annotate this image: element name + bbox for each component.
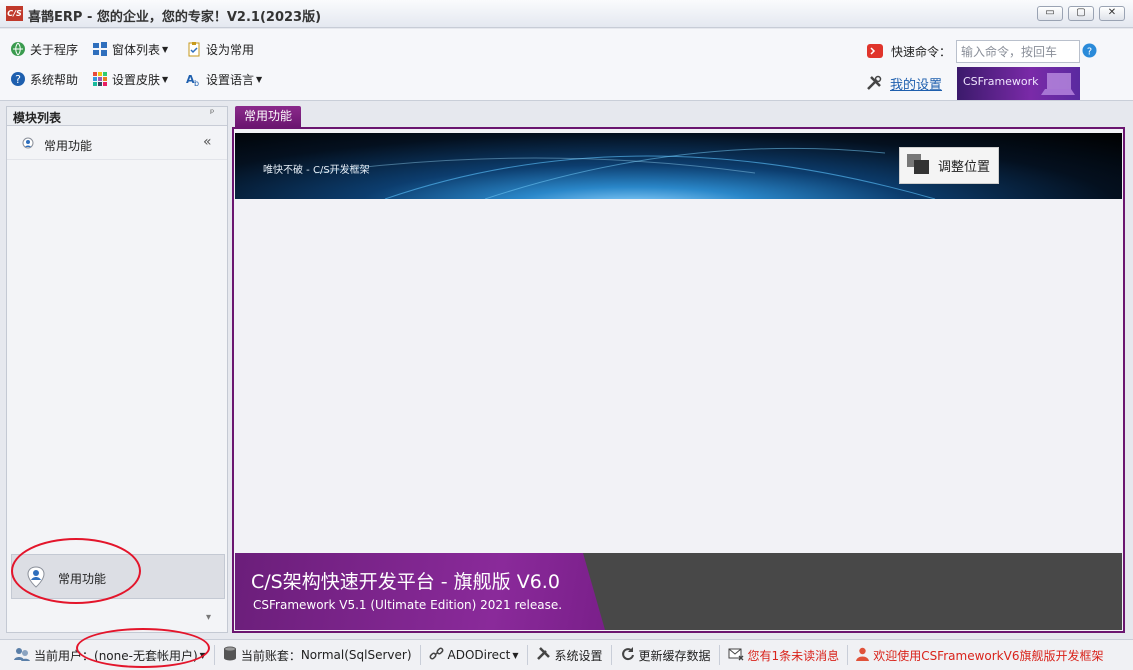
set-common-button[interactable]: 设为常用 [186,39,254,59]
system-settings-label: 系统设置 [554,648,603,663]
main-panel: 常用功能 唯快不破 - C/S开发框架 调整位置 C/S架构快速开发平台 - 旗… [232,106,1125,633]
user-icon [856,647,870,664]
my-settings-link[interactable]: 我的设置 [866,73,942,93]
command-help-icon[interactable]: ? [1082,43,1097,61]
banner-text: CSFramework [963,75,1039,88]
about-label: 关于程序 [30,42,79,57]
skin-label: 设置皮肤 [112,72,161,87]
help-icon: ? [10,71,26,87]
set-common-label: 设为常用 [206,42,255,57]
about-button[interactable]: 关于程序 [10,39,78,59]
quick-command-input[interactable] [956,40,1080,63]
mail-icon [728,647,744,664]
annotation-circle [11,538,141,604]
svg-text:b: b [194,79,199,87]
language-label: 设置语言 [206,72,255,87]
window-list-dropdown[interactable]: 窗体列表 ▼ [92,39,168,59]
footer-banner: C/S架构快速开发平台 - 旗舰版 V6.0 CSFramework V5.1 … [235,553,1122,630]
current-account-label: 当前账套： [240,648,301,663]
footer-title: C/S架构快速开发平台 - 旗舰版 V6.0 [251,571,560,593]
more-arrow-icon[interactable]: ▾ [206,612,211,623]
system-settings-button[interactable]: 系统设置 [528,645,612,665]
windows-icon [92,41,108,57]
chevron-down-icon: ▼ [162,44,169,54]
link-icon [429,646,444,664]
unread-messages-item[interactable]: 您有1条未读消息 [720,645,849,665]
tools-icon [866,75,882,91]
quick-command-text: 快速命令： [891,44,952,59]
language-icon: Ab [186,71,202,88]
sidebar-item-label: 常用功能 [44,139,93,153]
globe-icon [10,41,26,57]
language-dropdown[interactable]: Ab 设置语言 ▼ [186,69,262,89]
adjust-position-button[interactable]: 调整位置 [899,147,999,184]
help-label: 系统帮助 [30,72,79,87]
svg-text:?: ? [15,73,21,86]
skin-dropdown[interactable]: 设置皮肤 ▼ [92,69,168,89]
sidebar-title: 模块列表 [13,111,62,125]
toolbar: 关于程序 窗体列表 ▼ 设为常用 ? 系统帮助 设置皮肤 ▼ Ab 设置语言 ▼ 快速… [0,29,1133,101]
users-icon [14,647,30,664]
hero-slogan: 唯快不破 - C/S开发框架 [263,165,370,176]
maximize-button[interactable]: ▢ [1068,6,1094,21]
window-list-label: 窗体列表 [112,42,161,57]
ado-label: ADODirect [447,648,511,662]
current-account-value: Normal(SqlServer) [300,648,412,662]
title-bar: C/S 喜鹊ERP - 您的企业，您的专家！V2.1(2023版) ▭ ▢ ✕ [0,0,1133,28]
chevron-down-icon: ▼ [256,74,263,84]
footer-purple-panel: C/S架构快速开发平台 - 旗舰版 V6.0 CSFramework V5.1 … [235,553,605,630]
svg-text:?: ? [1087,47,1092,58]
welcome-item: 欢迎使用CSFrameworkV6旗舰版开发框架 [848,645,1111,665]
clipboard-check-icon [186,41,202,57]
my-settings-label: 我的设置 [890,77,943,93]
refresh-icon [620,646,635,664]
annotation-circle [76,628,210,668]
content-frame: 唯快不破 - C/S开发框架 调整位置 C/S架构快速开发平台 - 旗舰版 V6… [232,127,1125,633]
refresh-cache-label: 更新缓存数据 [638,648,711,663]
sidebar-item-common[interactable]: 常用功能 « [7,128,227,160]
csframework-banner: CSFramework [957,67,1080,100]
unread-messages-label: 您有1条未读消息 [747,648,840,663]
refresh-cache-button[interactable]: 更新缓存数据 [612,645,720,665]
quick-command-label: 快速命令： [867,41,951,61]
pin-icon[interactable]: ᵖ [210,108,214,119]
footer-subtitle: CSFramework V5.1 (Ultimate Edition) 2021… [253,598,563,612]
layers-icon [906,153,930,179]
user-location-icon [21,137,35,154]
minimize-button[interactable]: ▭ [1037,6,1063,21]
adjust-position-label: 调整位置 [938,160,991,175]
app-logo: C/S [6,6,23,21]
module-sidebar: 模块列表 ᵖ 常用功能 « 常用功能 ▾ [6,106,228,633]
close-button[interactable]: ✕ [1099,6,1125,21]
palette-grid-icon [92,71,108,87]
collapse-icon[interactable]: « [203,134,212,150]
tab-common[interactable]: 常用功能 [235,106,301,127]
ado-dropdown[interactable]: ADODirect ▼ [421,645,528,665]
current-account-item: 当前账套： Normal(SqlServer) [215,645,421,665]
window-title: 喜鹊ERP - 您的企业，您的专家！V2.1(2023版) [28,10,322,25]
database-icon [223,646,237,664]
chevron-down-icon: ▼ [512,650,519,660]
tools-icon [536,646,551,664]
help-button[interactable]: ? 系统帮助 [10,69,78,89]
welcome-label: 欢迎使用CSFrameworkV6旗舰版开发框架 [873,648,1104,663]
laptop-icon [1041,73,1075,95]
terminal-icon [867,43,883,59]
chevron-down-icon: ▼ [162,74,169,84]
sidebar-header: 模块列表 ᵖ [7,107,227,126]
hero-banner: 唯快不破 - C/S开发框架 调整位置 [235,133,1122,199]
